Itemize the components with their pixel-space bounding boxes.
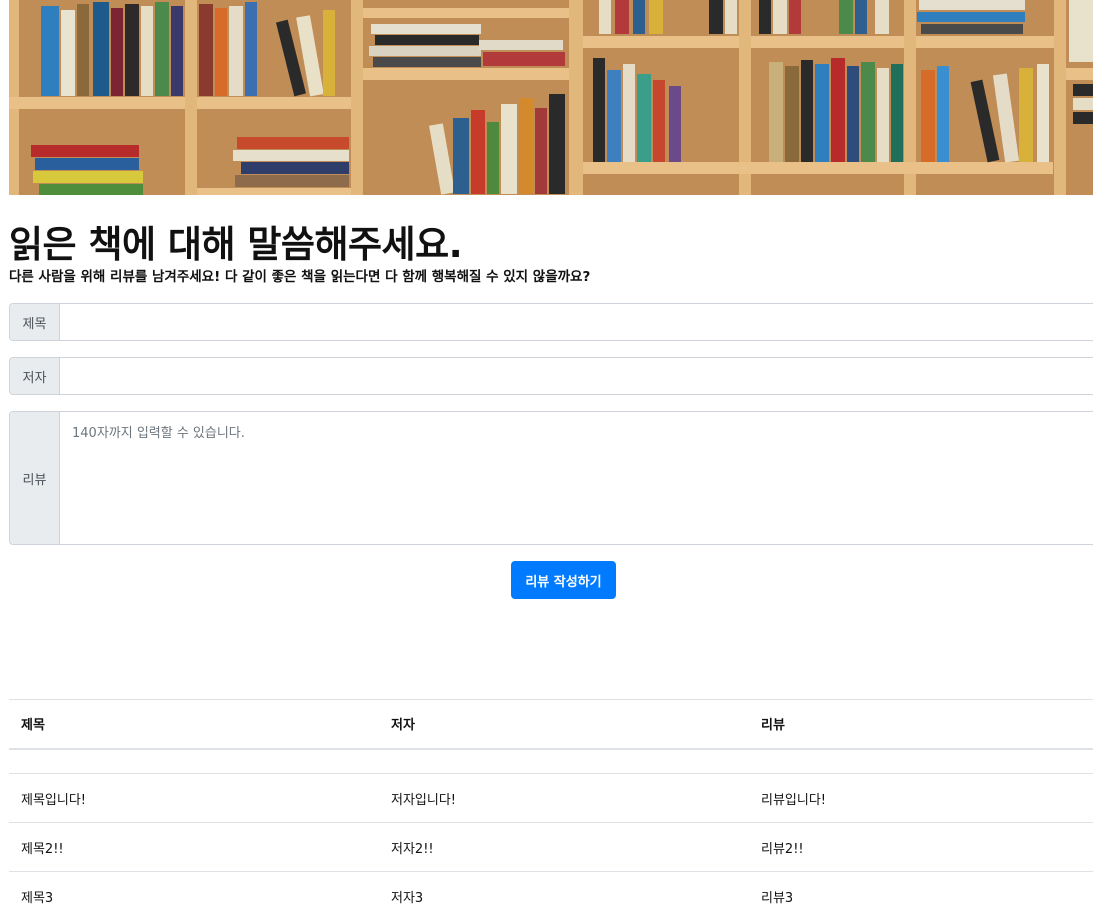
cell-title: 제목3: [9, 871, 379, 921]
bookshelf-banner-image: [9, 0, 1093, 195]
bookshelf-illustration: [9, 0, 1093, 195]
title-input-group: 제목: [9, 303, 1093, 341]
column-header-author: 저자: [379, 699, 749, 750]
author-input-group: 저자: [9, 357, 1093, 395]
author-input[interactable]: [60, 358, 1093, 394]
cell-title: 제목입니다!: [9, 773, 379, 823]
cell-review: 리뷰입니다!: [749, 773, 1093, 823]
column-header-title: 제목: [9, 699, 379, 750]
cell-author: 저자2!!: [379, 822, 749, 872]
table-spacer-row: [9, 749, 1093, 774]
table-row: 제목입니다! 저자입니다! 리뷰입니다!: [9, 773, 1093, 823]
cell-review: 리뷰2!!: [749, 822, 1093, 872]
table-header-row: 제목 저자 리뷰: [9, 699, 1093, 750]
page-title: 읽은 책에 대해 말씀해주세요.: [9, 223, 463, 266]
review-label: 리뷰: [10, 412, 60, 544]
reviews-table-container: 제목 저자 리뷰 제목입니다! 저자입니다! 리뷰입니다! 제목2!! 저자2!…: [9, 699, 1093, 921]
column-header-review: 리뷰: [749, 699, 1093, 750]
title-input[interactable]: [60, 304, 1093, 340]
review-input-group: 리뷰: [9, 411, 1093, 545]
page-subtitle: 다른 사람을 위해 리뷰를 남겨주세요! 다 같이 좋은 책을 읽는다면 다 함…: [9, 269, 591, 285]
table-row: 제목3 저자3 리뷰3: [9, 871, 1093, 921]
reviews-table: 제목 저자 리뷰 제목입니다! 저자입니다! 리뷰입니다! 제목2!! 저자2!…: [9, 699, 1093, 921]
cell-review: 리뷰3: [749, 871, 1093, 921]
cell-author: 저자3: [379, 871, 749, 921]
author-label: 저자: [10, 358, 60, 394]
submit-review-button[interactable]: 리뷰 작성하기: [511, 561, 616, 599]
cell-author: 저자입니다!: [379, 773, 749, 823]
title-label: 제목: [10, 304, 60, 340]
review-textarea[interactable]: [60, 412, 1093, 544]
table-row: 제목2!! 저자2!! 리뷰2!!: [9, 822, 1093, 872]
cell-title: 제목2!!: [9, 822, 379, 872]
